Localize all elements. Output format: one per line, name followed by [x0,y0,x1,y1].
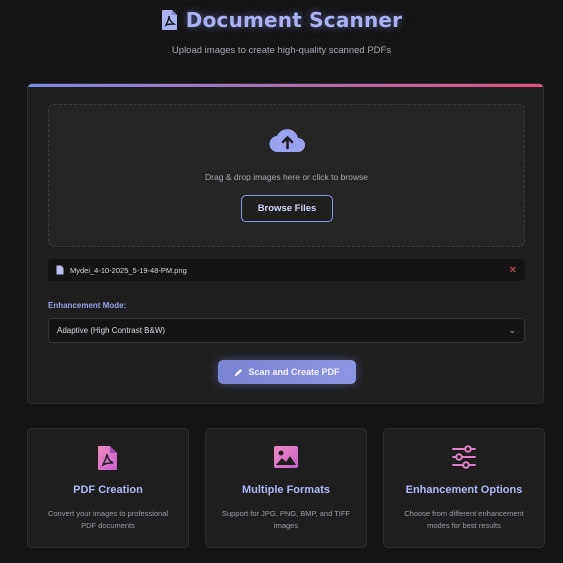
feature-card-multiple-formats: Multiple Formats Support for JPG, PNG, B… [205,428,367,548]
pdf-file-icon [161,10,177,30]
image-file-icon [56,265,64,275]
scanner-card: Drag & drop images here or click to brow… [27,83,544,404]
remove-file-icon[interactable]: ✕ [509,265,517,276]
scan-create-pdf-button[interactable]: Scan and Create PDF [218,360,356,384]
browse-files-button[interactable]: Browse Files [241,195,333,222]
file-name: Mydei_4-10-2025_5-19-48-PM.png [70,265,187,275]
selected-file-item: Mydei_4-10-2025_5-19-48-PM.png ✕ [48,259,525,281]
feature-title: PDF Creation [73,484,143,496]
feature-description: Choose from different enhancement modes … [404,509,524,530]
feature-card-pdf-creation: PDF Creation Convert your images to prof… [27,428,189,548]
page-subtitle: Upload images to create high-quality sca… [171,45,392,56]
feature-title: Multiple Formats [241,484,330,496]
scan-button-label: Scan and Create PDF [248,367,340,377]
enhancement-mode-value: Adaptive (High Contrast B&W) [57,326,166,335]
feature-title: Enhancement Options [405,484,523,496]
chevron-down-icon: ⌄ [508,325,516,335]
upload-dropzone[interactable]: Drag & drop images here or click to brow… [48,104,525,247]
feature-description: Convert your images to professional PDF … [47,509,169,530]
title-row: Document Scanner [0,8,563,32]
card-accent-bar [28,84,543,87]
image-icon [274,446,298,468]
page-title: Document Scanner [185,8,403,32]
sliders-icon [452,445,476,469]
feature-description: Support for JPG, PNG, BMP, and TIFF imag… [221,509,351,530]
pdf-file-icon [98,446,117,470]
dropzone-text: Drag & drop images here or click to brow… [205,172,368,182]
cloud-upload-icon [269,129,305,153]
pencil-icon [235,368,243,376]
feature-card-enhancement-options: Enhancement Options Choose from differen… [383,428,545,548]
enhancement-mode-select[interactable]: Adaptive (High Contrast B&W) ⌄ [48,318,525,343]
enhancement-mode-label: Enhancement Mode: [48,301,127,310]
